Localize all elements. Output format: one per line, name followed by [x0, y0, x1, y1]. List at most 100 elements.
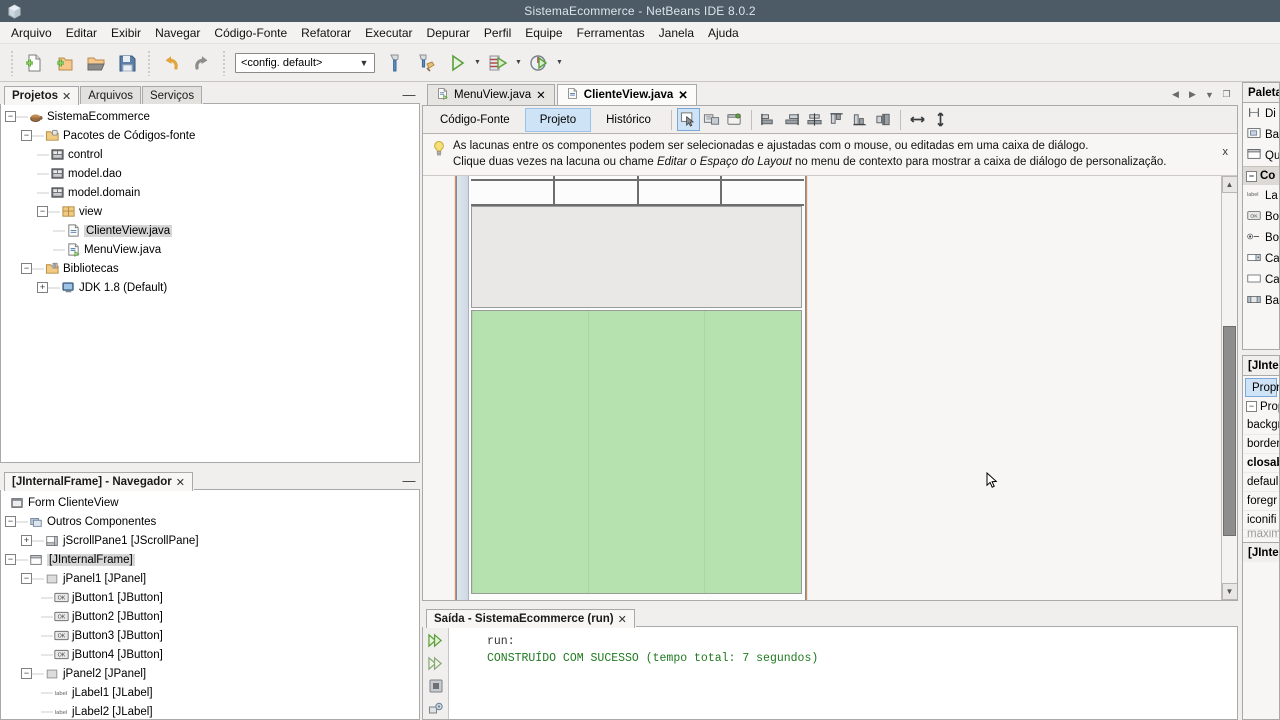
project-config-combo[interactable]: <config. default> ▼	[235, 52, 375, 73]
collapse-toggle-icon[interactable]: −	[37, 206, 48, 217]
tree-item-pacotes-codigos-fonte[interactable]: − Pacotes de Códigos-fonte	[1, 126, 419, 145]
scroll-track[interactable]	[1221, 193, 1237, 583]
palette-item-combobox[interactable]: Ca	[1243, 248, 1279, 269]
align-bottom-button[interactable]	[849, 108, 872, 131]
table-row[interactable]	[471, 181, 804, 206]
undo-button[interactable]	[156, 48, 186, 78]
scroll-tabs-left-icon[interactable]: ◀	[1168, 86, 1183, 104]
menu-janela[interactable]: Janela	[652, 24, 701, 42]
nav-item-jinternalframe[interactable]: − [JInternalFrame]	[1, 550, 419, 569]
collapse-toggle-icon[interactable]: −	[5, 516, 16, 527]
property-row-iconifiable[interactable]: iconifi	[1243, 511, 1279, 530]
menu-arquivo[interactable]: Arquivo	[4, 24, 59, 42]
menu-refatorar[interactable]: Refatorar	[294, 24, 358, 42]
property-row-maximizable[interactable]: maxim	[1243, 530, 1279, 538]
tree-item-view[interactable]: − view	[1, 202, 419, 221]
design-form-frame[interactable]	[456, 176, 806, 600]
table-cell[interactable]	[639, 181, 723, 204]
canvas-vertical-scrollbar[interactable]: ▲ ▼	[1221, 176, 1237, 600]
table-cell[interactable]	[555, 176, 639, 179]
redo-button[interactable]	[187, 48, 217, 78]
align-right-button[interactable]	[780, 108, 803, 131]
collapse-toggle-icon[interactable]: −	[1246, 401, 1257, 412]
tree-item-jdk[interactable]: + JDK 1.8 (Default)	[1, 278, 419, 297]
resize-vertical-button[interactable]	[929, 108, 952, 131]
align-left-button[interactable]	[757, 108, 780, 131]
projects-minimize-button[interactable]: —	[398, 85, 420, 104]
property-row-border[interactable]: border	[1243, 435, 1279, 454]
resize-horizontal-button[interactable]	[906, 108, 929, 131]
scroll-tabs-right-icon[interactable]: ▶	[1185, 86, 1200, 104]
output-settings-icon[interactable]	[426, 699, 446, 719]
collapse-toggle-icon[interactable]: −	[5, 111, 16, 122]
view-codigo-fonte-button[interactable]: Código-Fonte	[425, 108, 525, 132]
clean-build-button[interactable]	[411, 48, 441, 78]
menu-ajuda[interactable]: Ajuda	[701, 24, 746, 42]
menu-perfil[interactable]: Perfil	[477, 24, 518, 42]
tree-item-control[interactable]: control	[1, 145, 419, 164]
tab-projetos[interactable]: Projetos ✕	[4, 86, 80, 105]
tree-item-model-dao[interactable]: model.dao	[1, 164, 419, 183]
build-project-button[interactable]	[380, 48, 410, 78]
open-project-button[interactable]	[81, 48, 111, 78]
nav-item-jbutton2[interactable]: OK jButton2 [JButton]	[1, 607, 419, 626]
palette-item-divider[interactable]: Di	[1243, 103, 1279, 124]
close-icon[interactable]: ✕	[176, 476, 185, 489]
collapse-toggle-icon[interactable]: −	[21, 573, 32, 584]
nav-item-jscrollpane1[interactable]: + jScrollPane1 [JScrollPane]	[1, 531, 419, 550]
scroll-down-button[interactable]: ▼	[1221, 583, 1237, 600]
preview-design-button[interactable]	[723, 108, 746, 131]
tree-item-clienteview-java[interactable]: ClienteView.java	[1, 221, 419, 240]
design-selected-gap[interactable]	[471, 310, 802, 594]
table-cell[interactable]	[555, 181, 639, 204]
view-historico-button[interactable]: Histórico	[591, 108, 666, 132]
properties-tab[interactable]: Propr	[1245, 378, 1279, 397]
tree-item-sistemaecommerce[interactable]: − SistemaEcommerce	[1, 107, 419, 126]
run-project-button[interactable]	[442, 48, 472, 78]
scroll-up-button[interactable]: ▲	[1221, 176, 1237, 193]
tree-item-bibliotecas[interactable]: − Bibliotecas	[1, 259, 419, 278]
property-row-foreground[interactable]: foregr	[1243, 492, 1279, 511]
scroll-thumb[interactable]	[1222, 325, 1236, 537]
design-panel-area[interactable]	[471, 206, 802, 308]
stop-icon[interactable]	[426, 677, 446, 697]
collapse-toggle-icon[interactable]: −	[1246, 170, 1257, 182]
connection-mode-button[interactable]	[700, 108, 723, 131]
collapse-toggle-icon[interactable]: −	[5, 554, 16, 565]
palette-category-containers[interactable]: − Co	[1243, 166, 1279, 185]
nav-item-outros-componentes[interactable]: − Outros Componentes	[1, 512, 419, 531]
profile-dropdown-caret-icon[interactable]: ▼	[555, 48, 564, 78]
selection-mode-button[interactable]	[676, 108, 700, 131]
navigator-tree[interactable]: Form ClienteView − Outros Componentes +	[0, 490, 420, 720]
menu-navegar[interactable]: Navegar	[148, 24, 207, 42]
design-table-grid[interactable]	[471, 176, 804, 206]
menu-codigo-fonte[interactable]: Código-Fonte	[207, 24, 294, 42]
maximize-editor-icon[interactable]: ❐	[1219, 86, 1234, 104]
menu-exibir[interactable]: Exibir	[104, 24, 148, 42]
menu-depurar[interactable]: Depurar	[420, 24, 477, 42]
menu-ferramentas[interactable]: Ferramentas	[570, 24, 652, 42]
hint-close-icon[interactable]: x	[1223, 146, 1229, 158]
tab-saida[interactable]: Saída - SistemaEcommerce (run) ✕	[426, 609, 635, 628]
close-icon[interactable]: ✕	[536, 88, 546, 102]
nav-item-jbutton3[interactable]: OK jButton3 [JButton]	[1, 626, 419, 645]
chevron-down-icon[interactable]: ▼	[356, 55, 372, 71]
table-cell[interactable]	[639, 176, 723, 179]
design-canvas[interactable]	[423, 176, 1221, 600]
palette-item-button[interactable]: OK Bo	[1243, 206, 1279, 227]
close-icon[interactable]: ✕	[62, 90, 71, 103]
align-center-button[interactable]	[803, 108, 826, 131]
new-project-button[interactable]	[50, 48, 80, 78]
collapse-toggle-icon[interactable]: −	[21, 130, 32, 141]
palette-item-frame[interactable]: Qu	[1243, 145, 1279, 166]
expand-toggle-icon[interactable]: +	[21, 535, 32, 546]
collapse-toggle-icon[interactable]: −	[21, 263, 32, 274]
table-cell[interactable]	[471, 176, 555, 179]
output-text[interactable]: run: CONSTRUÍDO COM SUCESSO (tempo total…	[449, 627, 1237, 719]
tab-navegador[interactable]: [JInternalFrame] - Navegador ✕	[4, 472, 193, 491]
new-file-button[interactable]	[19, 48, 49, 78]
properties-group-header[interactable]: − Prop	[1243, 397, 1279, 416]
nav-item-jbutton1[interactable]: OK jButton1 [JButton]	[1, 588, 419, 607]
palette-item-textarea[interactable]: Ca	[1243, 269, 1279, 290]
run-dropdown-caret-icon[interactable]: ▼	[473, 48, 482, 78]
